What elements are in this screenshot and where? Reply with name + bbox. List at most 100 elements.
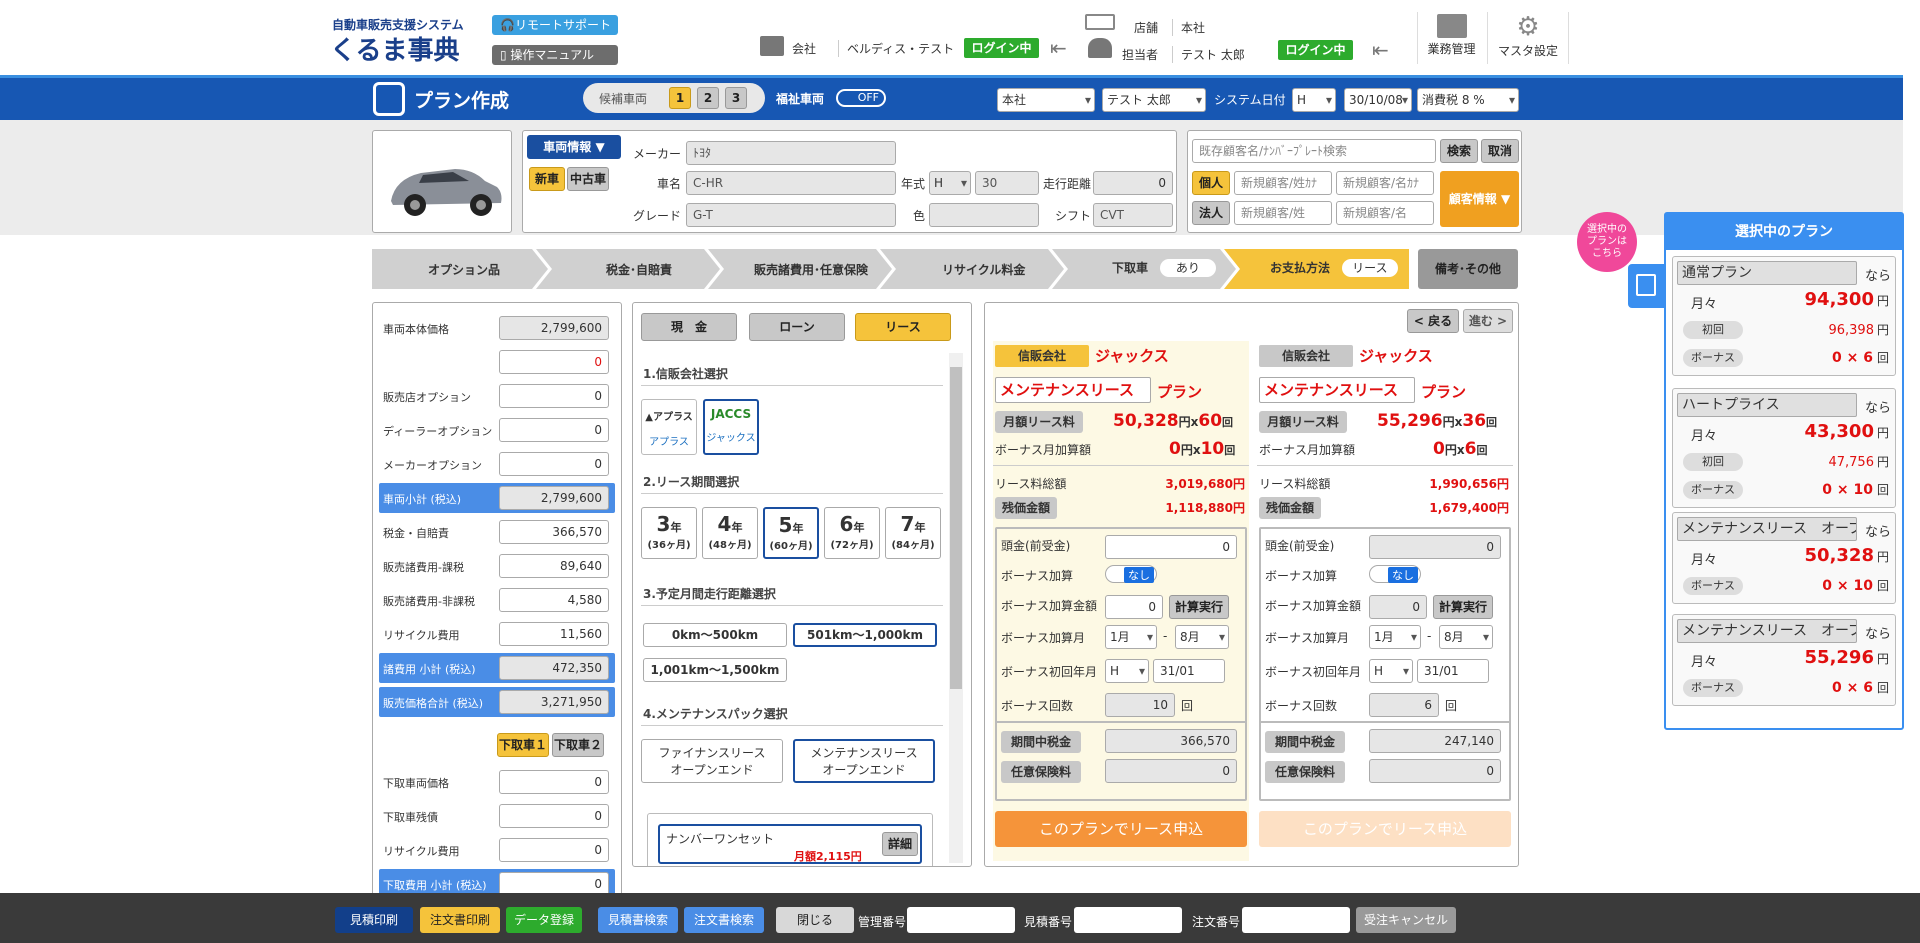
selected-plan-card[interactable]: メンテナンスリース オープ なら 月々 50,328 円 ボーナス 0 × 10 回 <box>1672 512 1896 604</box>
candidate-3[interactable]: 3 <box>725 87 747 109</box>
year-field[interactable]: 30 <box>975 171 1039 195</box>
cancel-order-button[interactable]: 受注キャンセル <box>1356 907 1456 933</box>
search-estimate-button[interactable]: 見積書検索 <box>598 907 678 933</box>
price-value[interactable]: 3,271,950 <box>499 690 609 714</box>
tradein-1-button[interactable]: 下取車１ <box>497 733 549 757</box>
down-payment-input[interactable]: 0 <box>1105 535 1237 559</box>
period-option[interactable]: 4年 (48ヶ月) <box>702 507 758 559</box>
price-value[interactable]: 2,799,600 <box>499 316 609 340</box>
price-value[interactable]: 89,640 <box>499 554 609 578</box>
bonus-month-1[interactable]: 1月 <box>1105 625 1157 649</box>
first-kana-input[interactable]: 新規顧客/姓ｶﾅ <box>1234 171 1332 195</box>
tradein-value[interactable]: 0 <box>499 838 609 862</box>
period-option[interactable]: 5年 (60ヶ月) <box>763 507 819 559</box>
individual-button[interactable]: 個人 <box>1192 171 1230 195</box>
close-button[interactable]: 閉じる <box>776 907 854 933</box>
maintenance-lease-button[interactable]: メンテナンスリース オープンエンド <box>793 739 935 783</box>
price-value[interactable]: 11,560 <box>499 622 609 646</box>
step-payment[interactable]: お支払方法 リース <box>1270 259 1398 277</box>
tradein-2-button[interactable]: 下取車２ <box>552 733 604 757</box>
scrollbar[interactable] <box>949 353 963 863</box>
down-payment-input[interactable]: 0 <box>1369 535 1501 559</box>
jaccs-card[interactable]: JACCS ジャックス <box>703 399 759 455</box>
used-car-button[interactable]: 中古車 <box>567 167 609 191</box>
welfare-toggle[interactable]: OFF <box>836 89 886 107</box>
calc-button[interactable]: 計算実行 <box>1433 595 1493 619</box>
print-estimate-button[interactable]: 見積印刷 <box>335 907 413 933</box>
edit-tab[interactable] <box>1628 264 1664 308</box>
finance-lease-button[interactable]: ファイナンスリース オープンエンド <box>641 739 783 783</box>
search-button[interactable]: 検索 <box>1440 139 1478 163</box>
bonus-amount-input[interactable]: 0 <box>1369 595 1427 619</box>
step-tradein[interactable]: 下取車 あり <box>1112 259 1216 277</box>
bonus-count-input[interactable]: 10 <box>1105 693 1175 717</box>
pack-item[interactable]: ナンバーワンセット 月額2,115円 詳細 <box>658 824 922 864</box>
distance-501-1000[interactable]: 501km～1,000km <box>793 623 937 647</box>
last-kana-input[interactable]: 新規顧客/名ｶﾅ <box>1336 171 1434 195</box>
store-select[interactable]: 本社 <box>997 88 1095 112</box>
tradein-value[interactable]: 0 <box>499 770 609 794</box>
mileage-field[interactable]: 0 <box>1093 171 1173 195</box>
bonus-first-input[interactable]: 31/01 <box>1153 659 1225 683</box>
selected-bubble[interactable]: 選択中の プランは こちら <box>1577 212 1637 272</box>
bonus-first-input[interactable]: 31/01 <box>1417 659 1489 683</box>
bonus-toggle[interactable]: なし <box>1105 565 1157 583</box>
logout-icon-2[interactable]: ⇤ <box>1372 38 1389 62</box>
apply-lease-button[interactable]: このプランでリース申込 <box>1259 811 1511 847</box>
bonus-month-1[interactable]: 1月 <box>1369 625 1421 649</box>
step-options[interactable]: オプション品 <box>428 261 500 278</box>
color-field[interactable] <box>929 203 1039 227</box>
date-input[interactable]: 30/10/08 <box>1344 88 1412 112</box>
calc-button[interactable]: 計算実行 <box>1169 595 1229 619</box>
period-option[interactable]: 7年 (84ヶ月) <box>885 507 941 559</box>
period-option[interactable]: 6年 (72ヶ月) <box>824 507 880 559</box>
remote-support-button[interactable]: 🎧リモートサポート <box>492 15 618 35</box>
period-option[interactable]: 3年 (36ヶ月) <box>641 507 697 559</box>
price-value[interactable]: 0 <box>499 350 609 374</box>
car-name-field[interactable]: C-HR <box>686 171 896 195</box>
bonus-count-input[interactable]: 6 <box>1369 693 1439 717</box>
lease-tab[interactable]: リース <box>855 313 951 341</box>
tradein-value[interactable]: 0 <box>499 804 609 828</box>
memo-button[interactable]: 備考･その他 <box>1418 249 1518 289</box>
bonus-first-era[interactable]: H <box>1369 659 1413 683</box>
cancel-search-button[interactable]: 取消 <box>1481 139 1519 163</box>
era-select[interactable]: H <box>1292 88 1336 112</box>
price-value[interactable]: 4,580 <box>499 588 609 612</box>
bonus-first-era[interactable]: H <box>1105 659 1149 683</box>
vehicle-info-button[interactable]: 車両情報 ▼ <box>527 135 621 159</box>
distance-0-500[interactable]: 0km～500km <box>643 623 787 647</box>
aplus-card[interactable]: ▲アプラス アプラス <box>641 399 697 455</box>
price-value[interactable]: 472,350 <box>499 656 609 680</box>
order-number-input[interactable] <box>1242 907 1350 933</box>
price-value[interactable]: 366,570 <box>499 520 609 544</box>
detail-button[interactable]: 詳細 <box>882 832 918 856</box>
back-button[interactable]: < 戻る <box>1407 309 1459 333</box>
first-name-input[interactable]: 新規顧客/姓 <box>1234 201 1332 225</box>
corporate-button[interactable]: 法人 <box>1192 201 1230 225</box>
business-button[interactable]: 業務管理 <box>1417 12 1485 64</box>
master-button[interactable]: ⚙ マスタ設定 <box>1487 12 1569 64</box>
year-era-select[interactable]: H <box>929 171 971 195</box>
bonus-toggle[interactable]: なし <box>1369 565 1421 583</box>
loan-tab[interactable]: ローン <box>749 313 845 341</box>
candidate-1[interactable]: 1 <box>669 87 691 109</box>
logout-icon[interactable]: ⇤ <box>1050 36 1067 60</box>
step-fees[interactable]: 販売諸費用･任意保険 <box>754 261 868 278</box>
print-order-button[interactable]: 注文書印刷 <box>420 907 500 933</box>
search-order-button[interactable]: 注文書検索 <box>684 907 764 933</box>
candidate-2[interactable]: 2 <box>697 87 719 109</box>
customer-search-input[interactable]: 既存顧客名/ﾅﾝﾊﾞｰﾌﾟﾚｰﾄ検索 <box>1192 139 1436 163</box>
next-button[interactable]: 進む > <box>1463 309 1513 333</box>
bonus-month-2[interactable]: 8月 <box>1175 625 1229 649</box>
new-car-button[interactable]: 新車 <box>529 167 565 191</box>
price-value[interactable]: 0 <box>499 418 609 442</box>
tax-select-visible[interactable]: 消費税 8 % <box>1417 88 1519 112</box>
customer-info-button[interactable]: 顧客情報 ▼ <box>1440 171 1519 227</box>
shift-field[interactable]: CVT <box>1093 203 1173 227</box>
register-data-button[interactable]: データ登録 <box>506 907 582 933</box>
selected-plan-card[interactable]: メンテナンスリース オープ なら 月々 55,296 円 ボーナス 0 × 6回 <box>1672 614 1896 706</box>
distance-1001-1500[interactable]: 1,001km～1,500km <box>643 658 787 682</box>
cash-tab[interactable]: 現 金 <box>641 313 737 341</box>
price-value[interactable]: 0 <box>499 452 609 476</box>
